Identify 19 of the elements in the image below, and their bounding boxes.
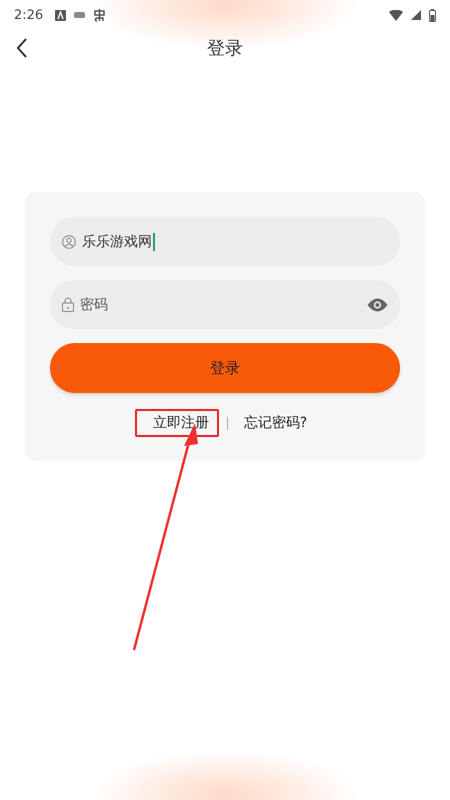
password-field[interactable]: 密码 bbox=[50, 280, 400, 329]
bug-icon bbox=[93, 8, 106, 22]
text-link[interactable]: 忘记密码? bbox=[236, 409, 316, 437]
password-placeholder: 密码 bbox=[80, 296, 108, 314]
wifi-icon bbox=[389, 10, 403, 20]
chevron-left-icon bbox=[16, 38, 28, 58]
signal-icon bbox=[411, 10, 421, 20]
notification-icon bbox=[55, 10, 66, 20]
username-field[interactable]: 乐乐游戏网 bbox=[50, 217, 400, 266]
user-icon bbox=[62, 234, 76, 248]
login-button[interactable]: 登录 bbox=[50, 343, 400, 393]
battery-icon bbox=[429, 8, 436, 22]
eye-icon[interactable] bbox=[367, 298, 388, 312]
text-link[interactable]: 立即注册 bbox=[134, 409, 219, 437]
page-title: 登录 bbox=[207, 37, 243, 60]
username-value: 乐乐游戏网 bbox=[82, 232, 152, 250]
keyboard-icon bbox=[74, 12, 86, 18]
lock-icon bbox=[62, 297, 74, 312]
status-time: 2:26 bbox=[14, 8, 44, 22]
